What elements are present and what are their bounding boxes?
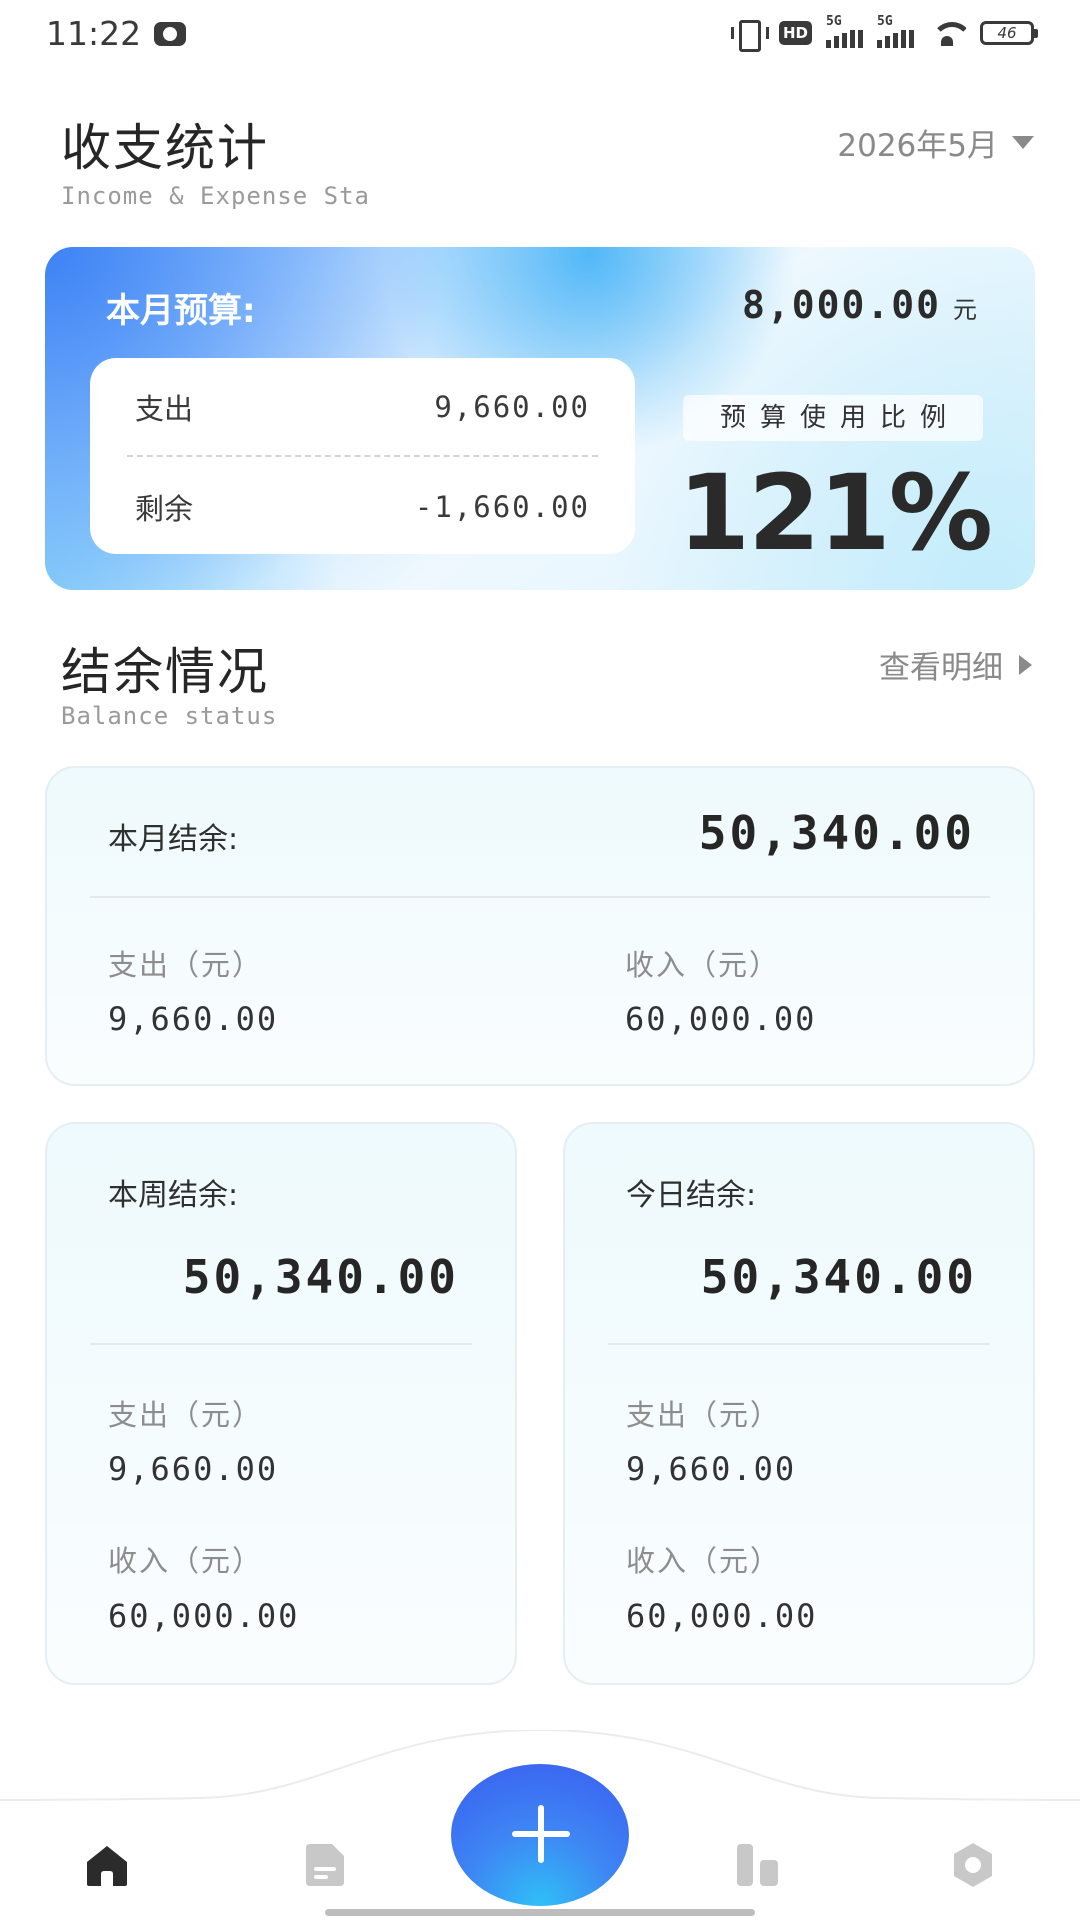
balance-section-title: 结余情况 <box>61 643 269 701</box>
balance-section-subtitle: Balance status <box>61 702 278 730</box>
today-balance-card[interactable]: 今日结余: 50,340.00 支出（元） 9,660.00 收入（元） 60,… <box>563 1122 1035 1685</box>
weekly-balance-label: 本周结余: <box>108 1178 239 1213</box>
monthly-balance-card[interactable]: 本月结余: 50,340.00 支出（元） 9,660.00 收入（元） 60,… <box>45 766 1035 1086</box>
budget-remain-row: 剩余 -1,660.00 <box>135 486 590 528</box>
screen-record-icon <box>154 22 186 46</box>
view-details-link[interactable]: 查看明细 <box>879 642 1032 687</box>
weekly-balance-card[interactable]: 本周结余: 50,340.00 支出（元） 9,660.00 收入（元） 60,… <box>45 1122 517 1685</box>
budget-expense-row: 支出 9,660.00 <box>135 386 590 428</box>
month-selector-label: 2026年5月 <box>837 128 998 164</box>
today-income-label: 收入（元） <box>626 1544 782 1578</box>
battery-icon: 46 <box>980 21 1038 45</box>
weekly-expense-label: 支出（元） <box>108 1398 264 1432</box>
today-expense-value: 9,660.00 <box>626 1450 797 1488</box>
monthly-income-value: 60,000.00 <box>625 1000 817 1038</box>
signal-icon-2: 5G <box>877 14 914 48</box>
page-title: 收支统计 <box>61 119 269 177</box>
budget-amount-unit: 元 <box>953 296 977 324</box>
monthly-balance-label: 本月结余: <box>108 822 239 857</box>
budget-card: 本月预算: 8,000.00 元 支出 9,660.00 剩余 -1,660.0… <box>45 247 1035 590</box>
home-icon[interactable] <box>82 1840 132 1890</box>
chart-icon[interactable] <box>733 1840 783 1890</box>
hd-badge: HD <box>778 21 812 45</box>
plus-icon <box>512 1805 570 1863</box>
settings-icon[interactable] <box>948 1840 998 1890</box>
monthly-income-label: 收入（元） <box>625 948 781 982</box>
add-record-button[interactable] <box>451 1764 629 1906</box>
weekly-balance-value: 50,340.00 <box>182 1250 459 1304</box>
status-indicators: HD 5G 5G 46 <box>729 14 1038 52</box>
weekly-expense-value: 9,660.00 <box>108 1450 279 1488</box>
today-income-value: 60,000.00 <box>626 1597 818 1635</box>
today-balance-value: 50,340.00 <box>700 1250 977 1304</box>
budget-amount-value: 8,000.00 <box>741 283 941 327</box>
budget-ratio-label: 预算使用比例 <box>683 395 983 441</box>
divider <box>608 1343 990 1345</box>
budget-amount: 8,000.00 元 <box>742 283 977 327</box>
monthly-expense-value: 9,660.00 <box>108 1000 279 1038</box>
monthly-expense-label: 支出（元） <box>108 948 264 982</box>
triangle-down-icon <box>1012 136 1034 149</box>
budget-expense-value: 9,660.00 <box>434 390 590 424</box>
bill-icon[interactable] <box>300 1840 350 1890</box>
vibrate-icon <box>729 18 769 52</box>
today-balance-label: 今日结余: <box>626 1178 757 1213</box>
weekly-income-label: 收入（元） <box>108 1544 264 1578</box>
page-subtitle: Income & Expense Sta <box>61 182 370 210</box>
view-details-label: 查看明细 <box>879 650 1003 686</box>
status-bar: 11:22 HD 5G 5G 46 <box>0 0 1080 70</box>
divider <box>90 896 990 898</box>
monthly-balance-value: 50,340.00 <box>698 806 975 860</box>
budget-remain-label: 剩余 <box>135 492 194 526</box>
status-time: 11:22 <box>46 14 142 53</box>
divider <box>90 1343 472 1345</box>
wifi-icon <box>928 18 966 48</box>
dashed-divider <box>127 455 598 457</box>
signal-icon: 5G <box>826 14 863 48</box>
month-selector[interactable]: 2026年5月 <box>837 120 1034 165</box>
weekly-income-value: 60,000.00 <box>108 1597 300 1635</box>
budget-summary-box: 支出 9,660.00 剩余 -1,660.00 <box>90 358 635 554</box>
today-expense-label: 支出（元） <box>626 1398 782 1432</box>
budget-ratio-value: 121% <box>677 452 993 574</box>
budget-expense-label: 支出 <box>135 392 194 426</box>
triangle-right-icon <box>1019 654 1032 675</box>
budget-label: 本月预算: <box>106 291 256 331</box>
home-indicator[interactable] <box>325 1909 755 1916</box>
budget-remain-value: -1,660.00 <box>414 490 590 524</box>
